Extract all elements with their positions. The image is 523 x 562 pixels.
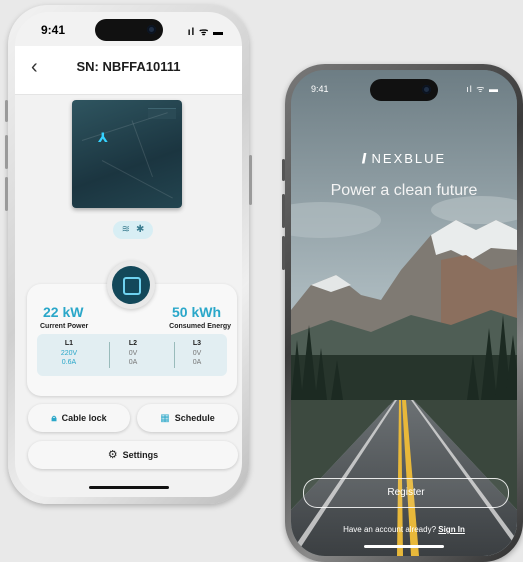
phase-current: 0.6A: [61, 359, 77, 366]
brand-logo: // NEXBLUE: [291, 150, 517, 166]
status-time: 9:41: [41, 23, 66, 37]
tagline: Power a clean future: [330, 182, 478, 199]
phase-current: 0A: [192, 359, 202, 366]
current-power-value: 22 kW: [43, 304, 84, 320]
charger-detail-screen: 9:41 ıl ᯤ ▬ ‹ SN: NBFFA10111 ⅄ ≋ ✱ 22 kW …: [15, 12, 242, 497]
register-button[interactable]: Register: [303, 478, 509, 508]
phase-voltage: 0V: [128, 350, 138, 357]
cable-lock-label: Cable lock: [61, 413, 107, 423]
home-indicator[interactable]: [88, 486, 169, 489]
cable-lock-button[interactable]: 🔒︎ Cable lock: [28, 404, 130, 432]
phase-voltage: 0V: [192, 350, 202, 357]
current-power-label: Current Power: [40, 323, 89, 330]
side-button: [5, 100, 8, 122]
lock-icon: 🔒︎: [51, 413, 57, 424]
dynamic-island: [370, 79, 438, 101]
sign-in-link[interactable]: Sign In: [438, 525, 465, 534]
side-button: [249, 155, 252, 205]
schedule-button[interactable]: ▦ Schedule: [137, 404, 238, 432]
consumed-energy-value: 50 kWh: [171, 304, 221, 320]
schedule-label: Schedule: [174, 413, 215, 423]
charger-seam: [101, 160, 173, 199]
signin-prompt: Have an account already?: [343, 525, 437, 534]
settings-label: Settings: [122, 450, 159, 460]
status-bar: 9:41 ıl ᯤ ▬: [15, 12, 242, 46]
phase-table: L1 220V 0.6A L2 0V 0A L3 0V 0A: [37, 334, 227, 376]
charger-image: ⅄: [72, 100, 182, 208]
side-button: [5, 135, 8, 169]
header: ‹ SN: NBFFA10111: [15, 46, 242, 95]
connectivity-badge: ≋ ✱: [113, 221, 153, 239]
phase-l3: L3 0V 0A: [177, 340, 217, 368]
status-time: 9:41: [311, 84, 329, 94]
camera-icon: [146, 25, 156, 34]
led-indicator-icon: ⅄: [98, 130, 108, 145]
schedule-icon: ▦: [160, 413, 170, 424]
phase-name: L3: [192, 340, 202, 347]
signal-wifi-battery-icon: ıl ᯤ ▬: [466, 84, 499, 94]
phase-l2: L2 0V 0A: [113, 340, 153, 368]
signal-wifi-battery-icon: ıl ᯤ ▬: [187, 27, 224, 38]
phase-l1: L1 220V 0.6A: [49, 340, 89, 368]
side-button: [5, 177, 8, 211]
divider: [109, 342, 110, 368]
welcome-screen: 9:41 ıl ᯤ ▬ // NEXBLUE Power a clean futu…: [291, 70, 517, 556]
page-title: SN: NBFFA10111: [76, 59, 181, 74]
stop-button-face[interactable]: [112, 266, 150, 304]
dynamic-island: [94, 19, 163, 41]
phase-voltage: 220V: [60, 350, 78, 357]
settings-button[interactable]: ⚙ Settings: [28, 441, 238, 469]
bluetooth-icon: ✱: [136, 224, 145, 235]
stop-charging-button[interactable]: [107, 261, 155, 309]
wifi-icon: ≋: [121, 224, 130, 235]
signin-prompt-row: Have an account already? Sign In: [291, 525, 517, 534]
side-button: [282, 159, 285, 181]
phone-right: 9:41 ıl ᯤ ▬ // NEXBLUE Power a clean futu…: [282, 64, 523, 562]
charger-seam: [81, 112, 168, 141]
home-indicator[interactable]: [364, 545, 444, 548]
side-button: [282, 236, 285, 270]
consumed-energy-label: Consumed Energy: [169, 323, 231, 330]
brand-name: NEXBLUE: [371, 151, 447, 166]
camera-icon: [422, 85, 431, 94]
divider: [174, 342, 175, 368]
charger-seam: [131, 120, 153, 178]
phase-name: L1: [64, 340, 74, 347]
status-bar: 9:41 ıl ᯤ ▬: [291, 70, 517, 104]
phone-left: 9:41 ıl ᯤ ▬ ‹ SN: NBFFA10111 ⅄ ≋ ✱ 22 kW …: [5, 5, 252, 504]
phase-current: 0A: [128, 359, 138, 366]
side-button: [282, 194, 285, 228]
gear-icon: ⚙: [107, 449, 118, 461]
phase-name: L2: [128, 340, 138, 347]
stop-icon: [123, 277, 141, 295]
nexblue-logo-icon: //: [361, 150, 366, 166]
